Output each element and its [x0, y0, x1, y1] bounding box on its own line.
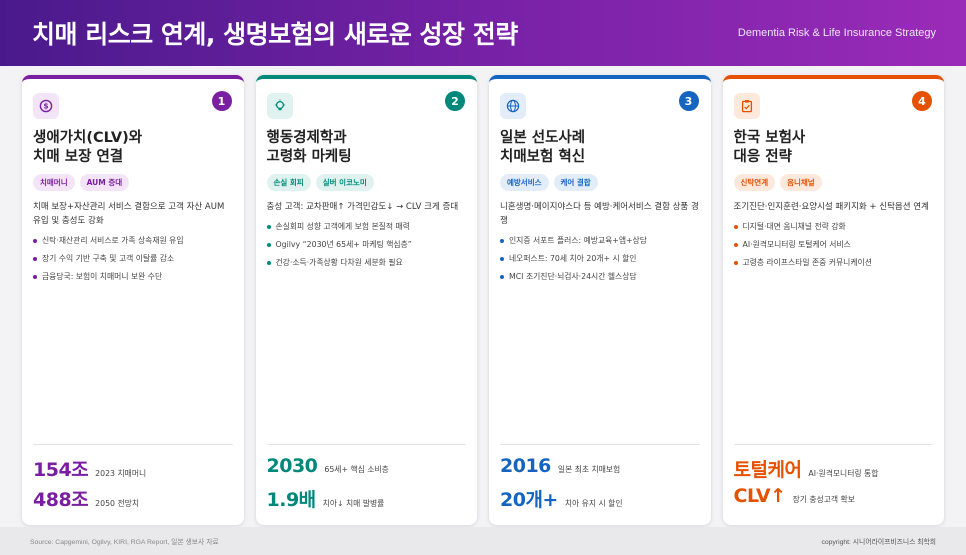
- card-stats: 2016 일본 최초 치매보험 20개+ 치아 유지 시 할인: [500, 444, 700, 515]
- stat-row: 1.9배 치아↓ 치매 발병률: [267, 485, 467, 515]
- stat-label: AI·원격모니터링 통합: [808, 469, 879, 478]
- page-footer: Source: Capgemini, Ogilvy, KIRI, RGA Rep…: [0, 527, 966, 555]
- tag-badge: 옴니채널: [780, 174, 822, 191]
- stat-label: 2023 치매머니: [95, 469, 147, 478]
- stat-label: 일본 최초 치매보험: [557, 465, 621, 474]
- card-description: 니혼생명·메이지야스다 등 예방·케어서비스 결합 상품 경쟁: [500, 202, 699, 226]
- card-bullet-list: 신탁·재산관리 서비스로 가족 상속재원 유입 장기 수익 기반 구축 및 고객…: [33, 235, 233, 282]
- bullet-item: 고령층 라이프스타일 존중 커뮤니케이션: [733, 257, 934, 268]
- copyright-note: copyright: 시니어라이프비즈니스 최학희: [821, 539, 936, 546]
- bullet-item: MCI 조기진단·뇌검사·24시간 헬스상담: [500, 271, 700, 282]
- card-stats: 154조 2023 치매머니 488조 2050 전망치: [33, 444, 233, 515]
- card-tags: 치매머니 AUM 증대: [33, 174, 233, 191]
- card-bullet-list: 손실회피 성향 고객에게 보험 본질적 매력 Ogilvy “2030년 65세…: [266, 221, 467, 268]
- stat-row: 2016 일본 최초 치매보험: [500, 455, 700, 485]
- clipboard-icon: [733, 93, 760, 119]
- stat-row: 2030 65세+ 핵심 소비층: [267, 455, 467, 485]
- globe-icon: [500, 93, 526, 119]
- lightbulb-icon: [266, 93, 293, 119]
- bullet-item: Ogilvy “2030년 65세+ 마케팅 핵심층”: [266, 239, 467, 250]
- stat-row: 20개+ 치아 유지 시 할인: [500, 485, 700, 515]
- card-stats: 2030 65세+ 핵심 소비층 1.9배 치아↓ 치매 발병률: [266, 444, 467, 515]
- stat-value: 2030: [266, 455, 318, 477]
- tag-badge: 손실 회피: [266, 174, 311, 191]
- card-description: 치매 보장+자산관리 서비스 결합으로 고객 자산 AUM 유입 및 충성도 강…: [33, 202, 225, 226]
- bullet-item: 건강·소득·가족상황 다차원 세분화 필요: [266, 257, 467, 268]
- stat-value: CLV↑: [733, 485, 787, 507]
- tag-badge: 예방서비스: [500, 174, 549, 191]
- strategy-card-behavioral: 2 행동경제학과 고령화 마케팅 손실 회피 실버 이코노미 충성 고객: 교차…: [255, 75, 477, 525]
- bullet-item: 금융당국: 보험이 치매머니 보완 수단: [33, 271, 233, 282]
- stat-label: 장기 충성고객 확보: [792, 495, 855, 504]
- stat-value: 토털케어: [733, 459, 802, 481]
- stat-value: 2016: [500, 455, 551, 477]
- bullet-item: 디지털·대면 옴니채널 전략 강화: [733, 221, 934, 232]
- strategy-card-korea: 4 한국 보험사 대응 전략 신탁연계 옴니채널 조기진단·인지훈련·요양시설 …: [722, 75, 944, 525]
- svg-text:$: $: [43, 102, 48, 111]
- bullet-item: AI·원격모니터링 토털케어 서비스: [733, 239, 934, 250]
- card-stats: 토털케어 AI·원격모니터링 통합 CLV↑ 장기 충성고객 확보: [733, 444, 934, 515]
- card-tags: 예방서비스 케어 결합: [500, 174, 700, 191]
- card-title: 한국 보험사 대응 전략: [733, 130, 806, 165]
- stat-row: 488조 2050 전망치: [33, 485, 233, 515]
- page-header: 치매 리스크 연계, 생명보험의 새로운 성장 전략 Dementia Risk…: [0, 0, 966, 66]
- stat-value: 1.9배: [266, 489, 317, 511]
- bullet-item: 장기 수익 기반 구축 및 고객 이탈률 감소: [33, 253, 233, 264]
- stat-value: 20개+: [500, 489, 558, 511]
- card-tags: 손실 회피 실버 이코노미: [266, 174, 467, 191]
- stat-value: 154조: [33, 459, 89, 481]
- bullet-item: 신탁·재산관리 서비스로 가족 상속재원 유입: [33, 235, 233, 246]
- card-number-badge: 4: [912, 91, 932, 111]
- tag-badge: 실버 이코노미: [315, 174, 374, 191]
- tag-badge: 케어 결합: [553, 174, 598, 191]
- card-title: 일본 선도사례 치매보험 혁신: [500, 130, 586, 165]
- stat-label: 치아↓ 치매 발병률: [322, 499, 385, 508]
- page-subtitle: Dementia Risk & Life Insurance Strategy: [737, 27, 936, 39]
- tag-badge: 치매머니: [33, 174, 75, 191]
- card-title: 행동경제학과 고령화 마케팅: [266, 130, 352, 165]
- bullet-item: 손실회피 성향 고객에게 보험 본질적 매력: [266, 221, 467, 232]
- stat-label: 치아 유지 시 할인: [564, 499, 623, 508]
- dollar-coin-icon: $: [33, 93, 59, 119]
- card-description: 충성 고객: 교차판매↑ 가격민감도↓ → CLV 크게 증대: [266, 202, 459, 212]
- stat-row: CLV↑ 장기 충성고객 확보: [734, 485, 934, 515]
- bullet-item: 인지증 서포트 플러스: 예방교육+앱+상담: [500, 235, 700, 246]
- strategy-card-clv: $ 1 생애가치(CLV)와 치매 보장 연결 치매머니 AUM 증대 치매 보…: [22, 75, 244, 525]
- stat-row: 154조 2023 치매머니: [33, 455, 233, 485]
- card-number-badge: 1: [211, 91, 232, 111]
- stat-label: 65세+ 핵심 소비층: [324, 465, 389, 474]
- stat-value: 488조: [33, 489, 89, 511]
- source-note: Source: Capgemini, Ogilvy, KIRI, RGA Rep…: [30, 539, 219, 546]
- tag-badge: AUM 증대: [79, 174, 130, 191]
- bullet-item: 네오퍼스트: 70세 치아 20개+ 시 할인: [500, 253, 700, 264]
- strategy-cards: $ 1 생애가치(CLV)와 치매 보장 연결 치매머니 AUM 증대 치매 보…: [22, 75, 944, 525]
- card-description: 조기진단·인지훈련·요양시설 패키지화 + 신탁옵션 연계: [733, 202, 929, 212]
- card-title: 생애가치(CLV)와 치매 보장 연결: [33, 130, 143, 165]
- card-bullet-list: 인지증 서포트 플러스: 예방교육+앱+상담 네오퍼스트: 70세 치아 20개…: [500, 235, 700, 282]
- stat-label: 2050 전망치: [95, 499, 139, 508]
- tag-badge: 신탁연계: [733, 174, 776, 191]
- strategy-card-japan: 3 일본 선도사례 치매보험 혁신 예방서비스 케어 결합 니혼생명·메이지야스…: [489, 75, 711, 525]
- stat-row: 토털케어 AI·원격모니터링 통합: [734, 455, 934, 485]
- page-title: 치매 리스크 연계, 생명보험의 새로운 성장 전략: [32, 20, 518, 49]
- card-number-badge: 3: [678, 91, 699, 111]
- card-bullet-list: 디지털·대면 옴니채널 전략 강화 AI·원격모니터링 토털케어 서비스 고령층…: [733, 221, 934, 268]
- card-tags: 신탁연계 옴니채널: [733, 174, 934, 191]
- card-number-badge: 2: [445, 91, 465, 111]
